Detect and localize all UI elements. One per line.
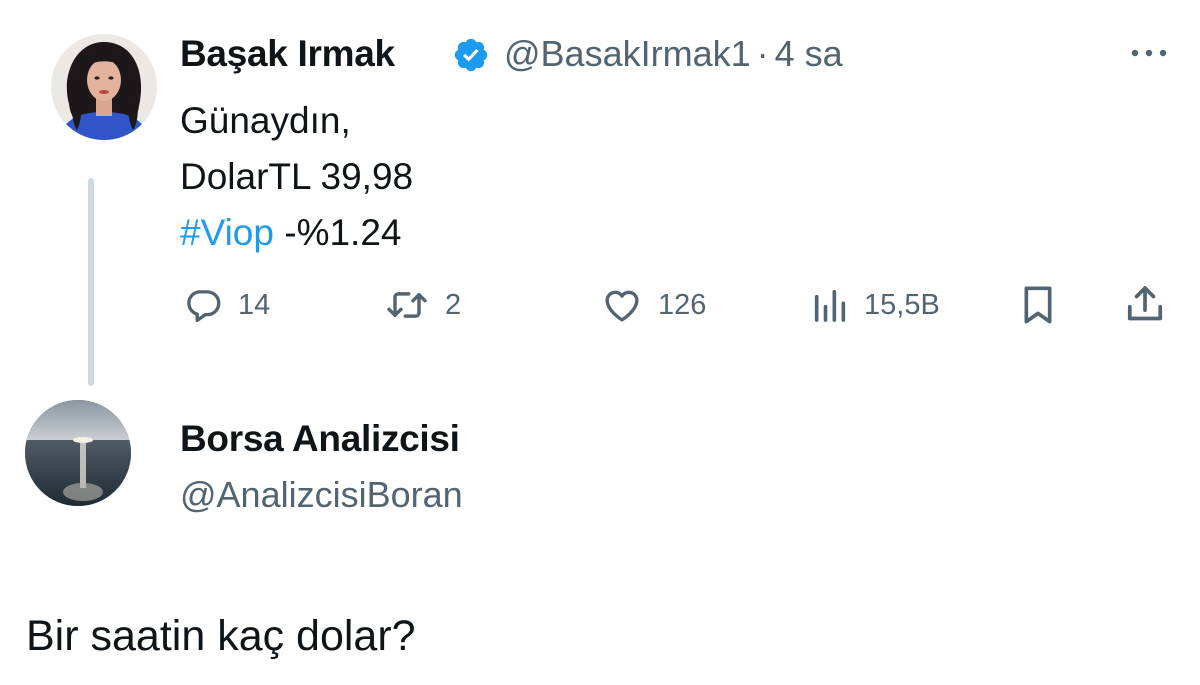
tweet-text-line-greeting: Günaydın, bbox=[180, 100, 351, 141]
reply-author-avatar[interactable] bbox=[25, 400, 131, 506]
viop-change-value: -%1.24 bbox=[273, 212, 402, 253]
separator-dot: · bbox=[756, 33, 769, 74]
like-button[interactable]: 126 bbox=[600, 283, 706, 327]
views-count: 15,5B bbox=[864, 288, 940, 321]
author-name[interactable]: Başak Irmak bbox=[180, 33, 395, 75]
reply-count: 14 bbox=[238, 288, 271, 321]
retweet-button[interactable]: 2 bbox=[383, 283, 461, 327]
heart-icon bbox=[605, 290, 639, 322]
like-count: 126 bbox=[658, 288, 707, 321]
bookmark-icon bbox=[1024, 286, 1052, 324]
reply-button[interactable]: 14 bbox=[182, 283, 270, 327]
hashtag-link[interactable]: #Viop bbox=[180, 212, 274, 253]
verified-badge-icon bbox=[452, 36, 490, 74]
more-options-button[interactable] bbox=[1124, 38, 1174, 68]
tweet-text-line-viop: #Viop -%1.24 bbox=[180, 204, 401, 262]
author-handle-and-time: @BasakIrmak1 · 4 sa bbox=[504, 33, 843, 75]
thread-connector-line bbox=[88, 178, 94, 386]
reply-author-name[interactable]: Borsa Analizcisi bbox=[180, 418, 460, 460]
retweet-icon bbox=[387, 292, 427, 318]
share-button[interactable] bbox=[1124, 283, 1166, 327]
share-icon bbox=[1127, 286, 1163, 321]
author-avatar[interactable] bbox=[51, 34, 157, 140]
retweet-count: 2 bbox=[445, 288, 462, 321]
analytics-icon bbox=[814, 289, 846, 322]
author-handle[interactable]: @BasakIrmak1 bbox=[504, 33, 751, 74]
reply-icon bbox=[187, 290, 221, 323]
post-time[interactable]: 4 sa bbox=[775, 33, 843, 74]
views-button[interactable]: 15,5B bbox=[810, 283, 940, 327]
reply-author-handle[interactable]: @AnalizcisiBoran bbox=[180, 474, 463, 516]
reply-text: Bir saatin kaç dolar? bbox=[26, 612, 416, 660]
tweet-text-line-dollar: DolarTL 39,98 bbox=[180, 156, 414, 197]
ellipsis-icon bbox=[1131, 49, 1167, 57]
bookmark-button[interactable] bbox=[1018, 283, 1058, 327]
